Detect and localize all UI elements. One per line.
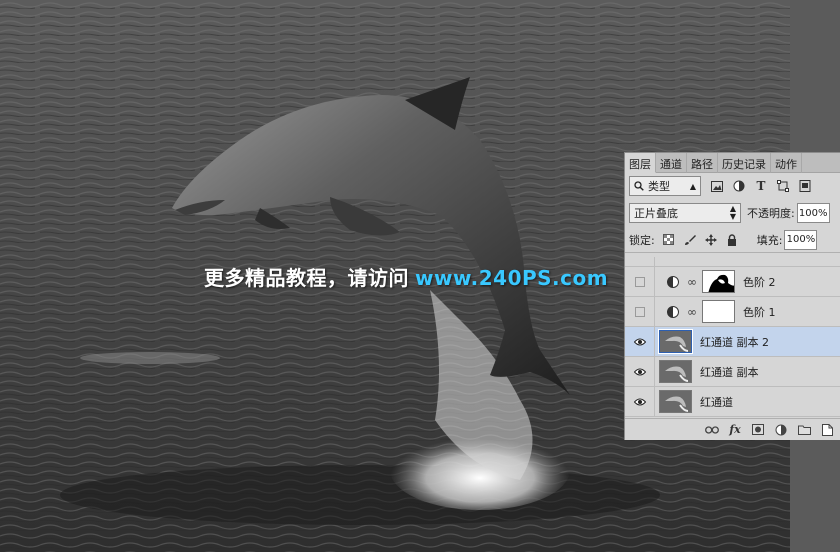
- layer-filter-select[interactable]: 类型 ▲︎: [629, 176, 701, 196]
- layer-mask-thumbnail[interactable]: [702, 270, 735, 293]
- layer-name[interactable]: 红通道 副本: [700, 364, 759, 380]
- updown-arrow-icon: ▲︎ ▼︎: [729, 204, 736, 221]
- adjustment-layer-icon[interactable]: [774, 423, 788, 437]
- hidden-box-icon: [634, 306, 645, 317]
- lock-move-icon[interactable]: [704, 233, 718, 247]
- canvas-window: 更多精品教程，请访问 www.240PS.com 图层 通道 路径 历史记录 动作…: [0, 0, 840, 552]
- blend-mode-select[interactable]: 正片叠底 ▲︎ ▼︎: [629, 203, 741, 223]
- link-chain-icon[interactable]: ∞: [687, 305, 697, 319]
- visibility-toggle[interactable]: [625, 356, 655, 387]
- eye-icon: [633, 398, 646, 405]
- image-filter-icon[interactable]: [709, 178, 725, 194]
- opacity-label: 不透明度:: [747, 207, 795, 220]
- layer-thumbnail[interactable]: [658, 329, 693, 354]
- layer-thumbnail[interactable]: [659, 390, 692, 413]
- blend-row: 正片叠底 ▲︎ ▼︎ 不透明度: 100%: [625, 199, 840, 227]
- lock-row: 锁定: 填充: 100%: [625, 227, 840, 253]
- layer-name[interactable]: 色阶 1: [743, 304, 776, 320]
- lock-all-icon[interactable]: [725, 233, 739, 247]
- fill-label: 填充:: [756, 233, 783, 247]
- layer-mask-thumbnail[interactable]: [702, 300, 735, 323]
- tab-history[interactable]: 历史记录: [718, 153, 771, 173]
- tab-layers[interactable]: 图层: [625, 153, 656, 173]
- visibility-toggle[interactable]: [625, 326, 655, 357]
- layers-panel: 图层 通道 路径 历史记录 动作 类型 ▲︎ T 正片叠底 ▲︎ ▼︎ 不透明度…: [624, 152, 840, 440]
- chevron-down-icon: ▲︎: [689, 181, 696, 191]
- mask-icon[interactable]: [751, 423, 765, 437]
- layer-name[interactable]: 红通道 副本 2: [700, 334, 769, 350]
- layer-row[interactable]: ∞ 色阶 2: [625, 266, 840, 297]
- tab-paths[interactable]: 路径: [687, 153, 718, 173]
- layer-row-partial[interactable]: [625, 257, 840, 267]
- layer-name[interactable]: 色阶 2: [743, 274, 776, 290]
- layer-row-selected[interactable]: 红通道 副本 2: [625, 326, 840, 357]
- fill-field[interactable]: 100%: [784, 229, 818, 250]
- blend-mode-value: 正片叠底: [634, 207, 678, 220]
- eye-icon: [633, 368, 646, 375]
- group-folder-icon[interactable]: [797, 423, 811, 437]
- filter-label: 类型: [648, 180, 670, 193]
- watermark: 更多精品教程，请访问 www.240PS.com: [204, 262, 608, 291]
- link-chain-icon[interactable]: ∞: [687, 275, 697, 289]
- layer-list: ∞ 色阶 2 ∞ 色阶 1 红通道 副本 2 红通道 副本 红通道: [625, 257, 840, 419]
- levels-adjustment-icon: [667, 305, 679, 318]
- fx-icon[interactable]: fx: [728, 423, 742, 437]
- watermark-url: www.240PS.com: [415, 266, 609, 290]
- lock-label: 锁定:: [629, 233, 655, 247]
- visibility-toggle[interactable]: [625, 386, 655, 417]
- tab-actions[interactable]: 动作: [771, 153, 802, 173]
- filter-row: 类型 ▲︎ T: [625, 173, 840, 199]
- opacity-field[interactable]: 100%: [796, 203, 830, 223]
- visibility-toggle[interactable]: [625, 257, 655, 267]
- layer-row[interactable]: ∞ 色阶 1: [625, 296, 840, 327]
- visibility-toggle[interactable]: [625, 266, 655, 297]
- shape-filter-icon[interactable]: [775, 178, 791, 194]
- layer-name[interactable]: 红通道: [700, 394, 733, 410]
- lock-brush-icon[interactable]: [683, 233, 697, 247]
- adjustment-filter-icon[interactable]: [731, 178, 747, 194]
- eye-icon: [633, 338, 646, 345]
- layer-row[interactable]: 红通道: [625, 386, 840, 417]
- panel-tabs: 图层 通道 路径 历史记录 动作: [625, 153, 840, 173]
- visibility-toggle[interactable]: [625, 296, 655, 327]
- layer-thumbnail[interactable]: [659, 360, 692, 383]
- layer-row[interactable]: 红通道 副本: [625, 356, 840, 387]
- panel-bottom-bar: fx: [625, 418, 840, 440]
- search-icon: [634, 181, 644, 191]
- type-filter-icon[interactable]: T: [753, 178, 769, 194]
- tab-channels[interactable]: 通道: [656, 153, 687, 173]
- lock-transparency-icon[interactable]: [662, 233, 676, 247]
- link-icon[interactable]: [705, 423, 719, 437]
- watermark-text: 更多精品教程，请访问: [204, 266, 409, 290]
- levels-adjustment-icon: [667, 275, 679, 288]
- new-layer-icon[interactable]: [820, 423, 834, 437]
- hidden-box-icon: [634, 276, 645, 287]
- smart-object-filter-icon[interactable]: [797, 178, 813, 194]
